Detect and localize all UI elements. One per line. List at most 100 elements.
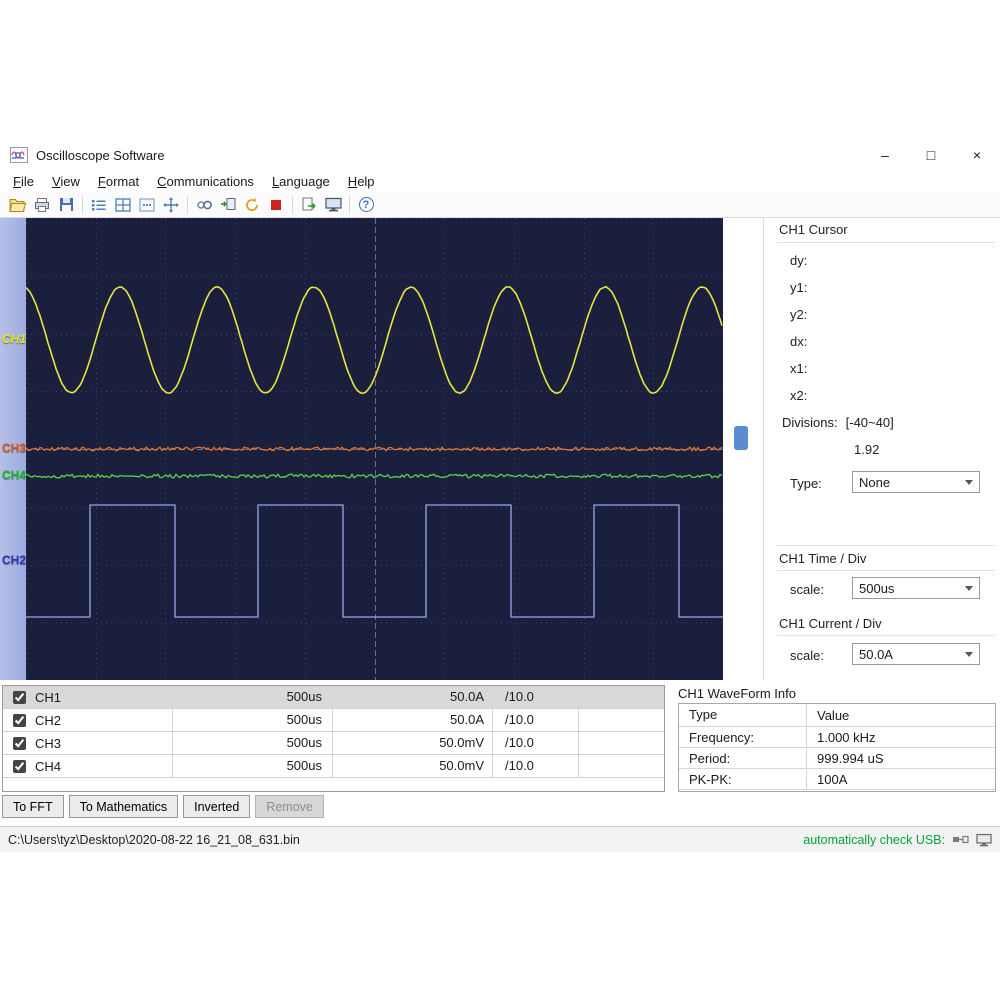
divisions-row: Divisions: [-40~40] <box>782 415 894 430</box>
waveform-info-row: Period: 999.994 uS <box>679 748 995 769</box>
save-icon[interactable] <box>54 194 78 216</box>
to-fft-button[interactable]: To FFT <box>2 795 64 818</box>
ch2-checkbox[interactable] <box>13 714 26 727</box>
channel-time: 500us <box>173 686 333 708</box>
menu-format[interactable]: Format <box>89 172 148 191</box>
time-div-select[interactable]: 500us <box>852 577 980 599</box>
time-div-scale-label: scale: <box>790 582 824 597</box>
right-panel: CH1 Cursor dy: y1: y2: dx: x1: x2: Divis… <box>763 218 1000 680</box>
channel-name: CH1 <box>35 690 61 705</box>
info-value: 1.000 kHz <box>807 730 995 745</box>
vertical-scrollbar[interactable] <box>734 218 749 680</box>
menu-view[interactable]: View <box>43 172 89 191</box>
header-type: Type <box>679 704 807 726</box>
action-buttons: To FFT To Mathematics Inverted Remove <box>2 795 324 818</box>
usb-status-text: automatically check USB: <box>803 833 945 847</box>
cursor-type-value: None <box>859 475 890 490</box>
channel-label-ch1[interactable]: CH1 <box>2 332 26 346</box>
waveform-info-row: Frequency: 1.000 kHz <box>679 727 995 748</box>
cursor-type-label: Type: <box>790 476 822 491</box>
inverted-button[interactable]: Inverted <box>183 795 250 818</box>
connect-icon[interactable] <box>192 194 216 216</box>
open-folder-icon[interactable] <box>6 194 30 216</box>
cursor-field-dy: dy: <box>790 253 807 268</box>
ch1-checkbox[interactable] <box>13 691 26 704</box>
divisions-value: 1.92 <box>854 442 879 457</box>
maximize-button[interactable]: □ <box>908 140 954 170</box>
info-value: 100A <box>807 772 995 787</box>
waveform-info-header: Type Value <box>679 704 995 727</box>
title-bar: Oscilloscope Software – □ × <box>0 140 1000 170</box>
main-area: CH1 CH3 CH4 CH2 CH1 Cursor dy: y1: y2: dx: … <box>0 218 1000 680</box>
app-icon <box>10 147 28 163</box>
stop-record-icon[interactable] <box>264 194 288 216</box>
menu-language[interactable]: Language <box>263 172 339 191</box>
channel-probe: /10.0 <box>493 709 579 731</box>
cursor-field-x1: x1: <box>790 361 807 376</box>
import-display-icon[interactable] <box>216 194 240 216</box>
file-path: C:\Users\tyz\Desktop\2020-08-22 16_21_08… <box>8 833 300 847</box>
channel-table: CH1 500us 50.0A /10.0 CH2 500us 50.0A /1… <box>2 685 665 792</box>
divisions-range: [-40~40] <box>846 415 894 430</box>
close-button[interactable]: × <box>954 140 1000 170</box>
list-view-icon[interactable] <box>87 194 111 216</box>
scrollbar-thumb[interactable] <box>734 426 748 450</box>
channel-label-ch4[interactable]: CH4 <box>2 468 26 482</box>
cursor-type-select[interactable]: None <box>852 471 980 493</box>
remove-button: Remove <box>255 795 324 818</box>
cursor-panel-title: CH1 Cursor <box>779 222 848 237</box>
window-title: Oscilloscope Software <box>36 148 165 163</box>
move-icon[interactable] <box>159 194 183 216</box>
menu-file[interactable]: File <box>4 172 43 191</box>
ch4-checkbox[interactable] <box>13 760 26 773</box>
waveform-info-title: CH1 WaveForm Info <box>678 686 796 701</box>
scope-display[interactable] <box>26 218 723 680</box>
time-div-value: 500us <box>859 581 894 596</box>
table-row-ch1[interactable]: CH1 500us 50.0A /10.0 <box>3 686 664 709</box>
info-type: Period: <box>679 748 807 768</box>
cursor-field-y1: y1: <box>790 280 807 295</box>
menu-communications[interactable]: Communications <box>148 172 263 191</box>
info-type: Frequency: <box>679 727 807 747</box>
channel-scale: 50.0A <box>333 686 493 708</box>
channel-label-ch3[interactable]: CH3 <box>2 441 26 455</box>
to-mathematics-button[interactable]: To Mathematics <box>69 795 179 818</box>
time-div-title: CH1 Time / Div <box>779 551 866 566</box>
menu-help[interactable]: Help <box>339 172 384 191</box>
channel-label-ch2[interactable]: CH2 <box>2 553 26 567</box>
channel-name: CH4 <box>35 759 61 774</box>
table-row-ch4[interactable]: CH4 500us 50.0mV /10.0 <box>3 755 664 778</box>
refresh-icon[interactable] <box>240 194 264 216</box>
ch3-checkbox[interactable] <box>13 737 26 750</box>
table-row-ch3[interactable]: CH3 500us 50.0mV /10.0 <box>3 732 664 755</box>
more-options-icon[interactable] <box>135 194 159 216</box>
waveform-info-row: PK-PK: 100A <box>679 769 995 790</box>
help-icon[interactable]: ? <box>354 194 378 216</box>
channel-probe: /10.0 <box>493 686 579 708</box>
divisions-label: Divisions: <box>782 415 838 430</box>
grid-view-icon[interactable] <box>111 194 135 216</box>
current-div-value: 50.0A <box>859 647 893 662</box>
info-value: 999.994 uS <box>807 751 995 766</box>
channel-scale: 50.0mV <box>333 732 493 754</box>
screen-status-icon <box>976 833 992 847</box>
toolbar-separator <box>82 196 83 214</box>
channel-time: 500us <box>173 709 333 731</box>
export-file-icon[interactable] <box>297 194 321 216</box>
print-icon[interactable] <box>30 194 54 216</box>
chevron-down-icon <box>965 586 973 591</box>
info-type: PK-PK: <box>679 769 807 789</box>
cursor-field-x2: x2: <box>790 388 807 403</box>
current-div-select[interactable]: 50.0A <box>852 643 980 665</box>
cursor-field-y2: y2: <box>790 307 807 322</box>
table-row-ch2[interactable]: CH2 500us 50.0A /10.0 <box>3 709 664 732</box>
minimize-button[interactable]: – <box>862 140 908 170</box>
status-bar: C:\Users\tyz\Desktop\2020-08-22 16_21_08… <box>0 826 1000 852</box>
waveform-info-table: Type Value Frequency: 1.000 kHz Period: … <box>678 703 996 792</box>
channel-name: CH3 <box>35 736 61 751</box>
usb-icon <box>952 834 969 845</box>
cursor-field-dx: dx: <box>790 334 807 349</box>
channel-name: CH2 <box>35 713 61 728</box>
channel-probe: /10.0 <box>493 755 579 777</box>
screen-capture-icon[interactable] <box>321 194 345 216</box>
